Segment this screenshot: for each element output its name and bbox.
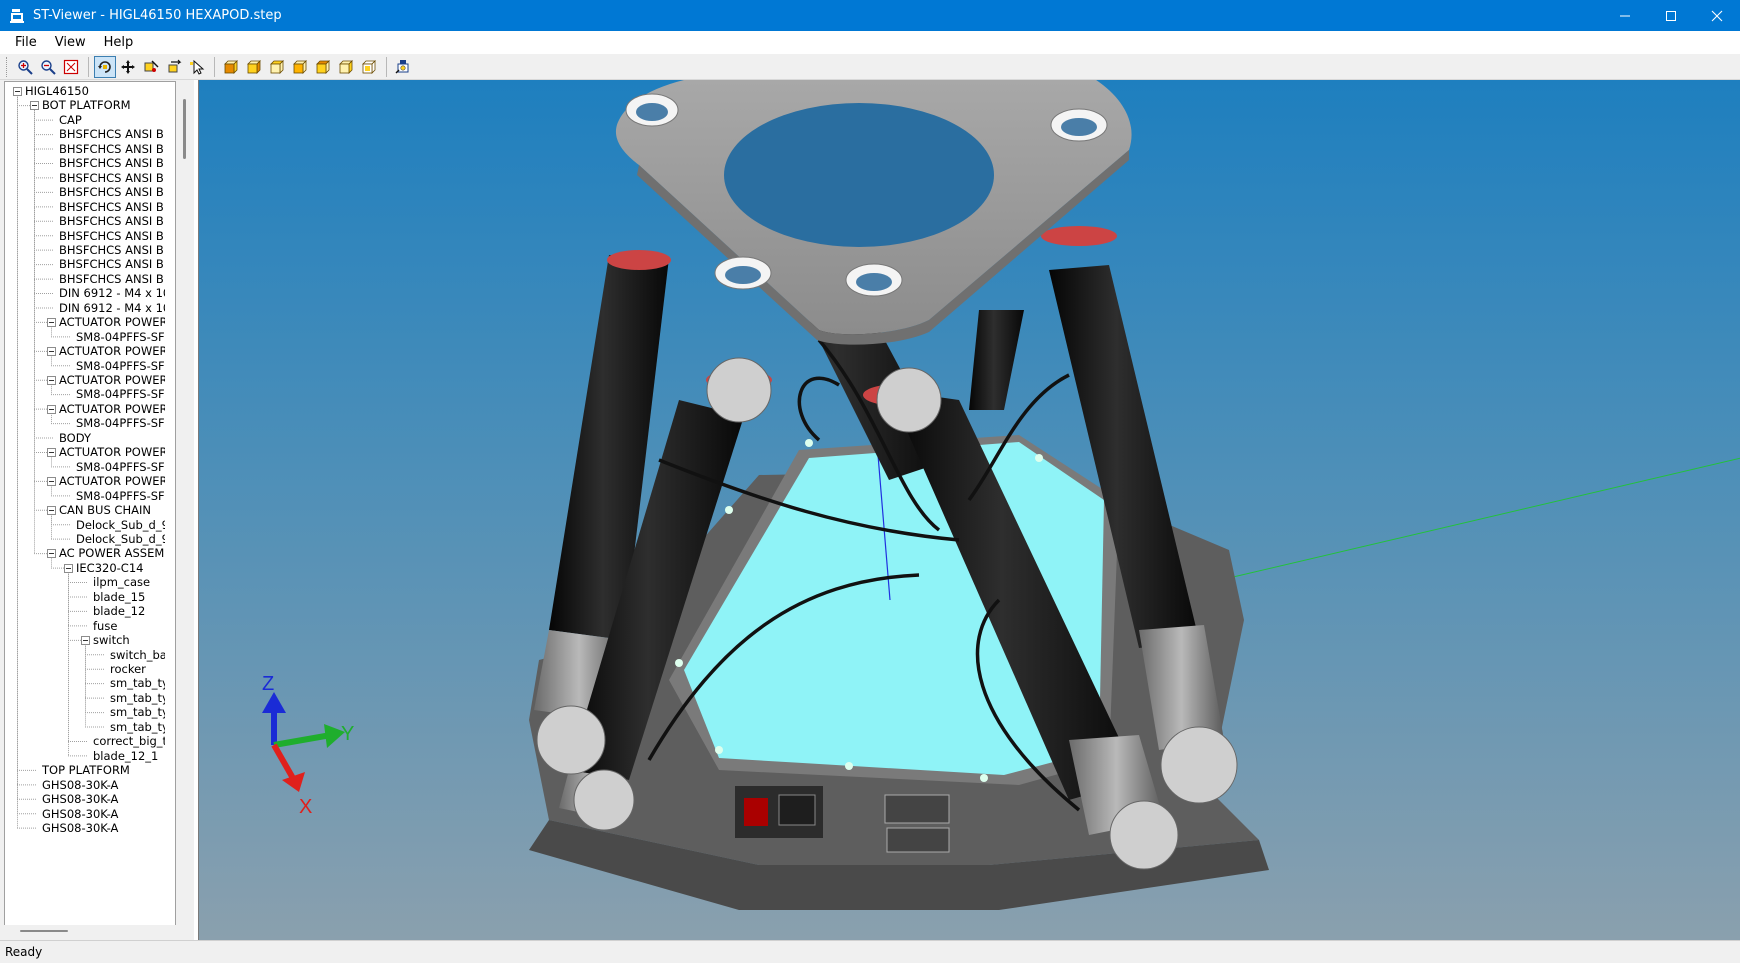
- title-bar: ST-Viewer - HIGL46150 HEXAPOD.step: [0, 0, 1740, 31]
- pan-button[interactable]: [117, 56, 139, 78]
- view-right-icon: [293, 59, 307, 74]
- status-text: Ready: [5, 945, 43, 959]
- select-button[interactable]: [186, 56, 208, 78]
- sub-d-connector: [884, 794, 950, 824]
- close-button[interactable]: [1694, 0, 1740, 31]
- zoom-window-icon: [144, 60, 159, 72]
- app-window: ST-Viewer - HIGL46150 HEXAPOD.step File …: [0, 0, 1740, 963]
- tree-expander[interactable]: [47, 346, 56, 356]
- 3d-viewport[interactable]: Z Y X: [198, 80, 1740, 940]
- minimize-button[interactable]: [1602, 0, 1648, 31]
- tree-vertical-scroll-thumb[interactable]: [183, 99, 186, 159]
- y-axis-line: [1198, 457, 1740, 586]
- axis-label-y: Y: [341, 723, 354, 745]
- top-platform: [615, 80, 1132, 345]
- view-top-icon: [316, 59, 330, 74]
- toolbar-separator: [386, 56, 387, 77]
- tree-horizontal-scrollbar[interactable]: [4, 925, 176, 937]
- select-icon: [190, 59, 205, 75]
- rotate-icon: [98, 60, 111, 73]
- tree-expander[interactable]: [64, 563, 73, 573]
- tree-expander[interactable]: [47, 476, 56, 486]
- assembly-tree[interactable]: HIGL46150BOT PLATFORMCAPBHSFCHCS ANSI B1…: [4, 81, 176, 936]
- view-right-button[interactable]: [289, 56, 311, 78]
- view-iso-button[interactable]: [358, 56, 380, 78]
- tree-vertical-scrollbar[interactable]: [178, 84, 192, 929]
- view-bottom-icon: [339, 59, 353, 74]
- toolbar-separator: [88, 56, 89, 77]
- zoom-fit-icon: [63, 59, 79, 74]
- rotate-button[interactable]: [94, 55, 116, 78]
- zoom-window-button[interactable]: [140, 56, 162, 78]
- window-controls: [1602, 0, 1740, 31]
- axis-label-x: X: [299, 796, 312, 818]
- tree-horizontal-scroll-thumb[interactable]: [20, 930, 68, 932]
- tree-expander[interactable]: [47, 404, 56, 414]
- view-left-icon: [270, 59, 284, 74]
- view-bottom-button[interactable]: [335, 56, 357, 78]
- tree-expander[interactable]: [47, 447, 56, 457]
- toolbar: [0, 54, 1740, 80]
- axis-triad: Z Y X: [262, 673, 354, 818]
- tree-item[interactable]: GHS08-30K-A: [42, 820, 165, 836]
- tree-expander[interactable]: [47, 317, 56, 327]
- about-icon: [395, 59, 409, 73]
- spin-button[interactable]: [163, 56, 185, 78]
- tree-expander[interactable]: [30, 101, 39, 111]
- hexapod-model-render: Z Y X: [262, 80, 1740, 910]
- tree-expander[interactable]: [47, 505, 56, 515]
- zoom-out-button[interactable]: [37, 56, 59, 78]
- tree-expander[interactable]: [81, 635, 90, 645]
- assembly-tree-panel: HIGL46150BOT PLATFORMCAPBHSFCHCS ANSI B1…: [0, 80, 194, 940]
- status-bar: Ready: [0, 940, 1740, 963]
- view-back-icon: [247, 59, 261, 74]
- maximize-button[interactable]: [1648, 0, 1694, 31]
- sub-d-connector: [886, 827, 950, 853]
- tree-expander[interactable]: [13, 86, 22, 96]
- window-title: ST-Viewer - HIGL46150 HEXAPOD.step: [33, 8, 282, 23]
- pan-icon: [121, 59, 135, 74]
- menu-help[interactable]: Help: [95, 31, 143, 54]
- view-top-button[interactable]: [312, 56, 334, 78]
- menu-file[interactable]: File: [6, 31, 46, 54]
- zoom-out-icon: [41, 59, 56, 75]
- view-left-button[interactable]: [266, 56, 288, 78]
- app-icon: [9, 8, 25, 24]
- toolbar-separator: [214, 56, 215, 77]
- view-front-icon: [224, 59, 238, 74]
- tree-expander[interactable]: [47, 549, 56, 559]
- view-front-button[interactable]: [220, 56, 242, 78]
- zoom-fit-button[interactable]: [60, 56, 82, 78]
- top-platform-hole: [724, 103, 994, 247]
- zoom-in-button[interactable]: [14, 56, 36, 78]
- menu-view[interactable]: View: [46, 31, 95, 54]
- maximize-icon: [1666, 10, 1676, 21]
- spin-icon: [168, 59, 182, 72]
- tree-expander[interactable]: [47, 375, 56, 385]
- toolbar-grip[interactable]: [6, 56, 9, 77]
- view-iso-icon: [362, 59, 376, 74]
- close-icon: [1711, 10, 1723, 21]
- menu-bar: File View Help: [0, 31, 1740, 54]
- minimize-icon: [1620, 15, 1630, 16]
- zoom-in-icon: [18, 59, 33, 75]
- view-back-button[interactable]: [243, 56, 265, 78]
- axis-label-z: Z: [262, 673, 274, 695]
- about-button[interactable]: [392, 56, 414, 78]
